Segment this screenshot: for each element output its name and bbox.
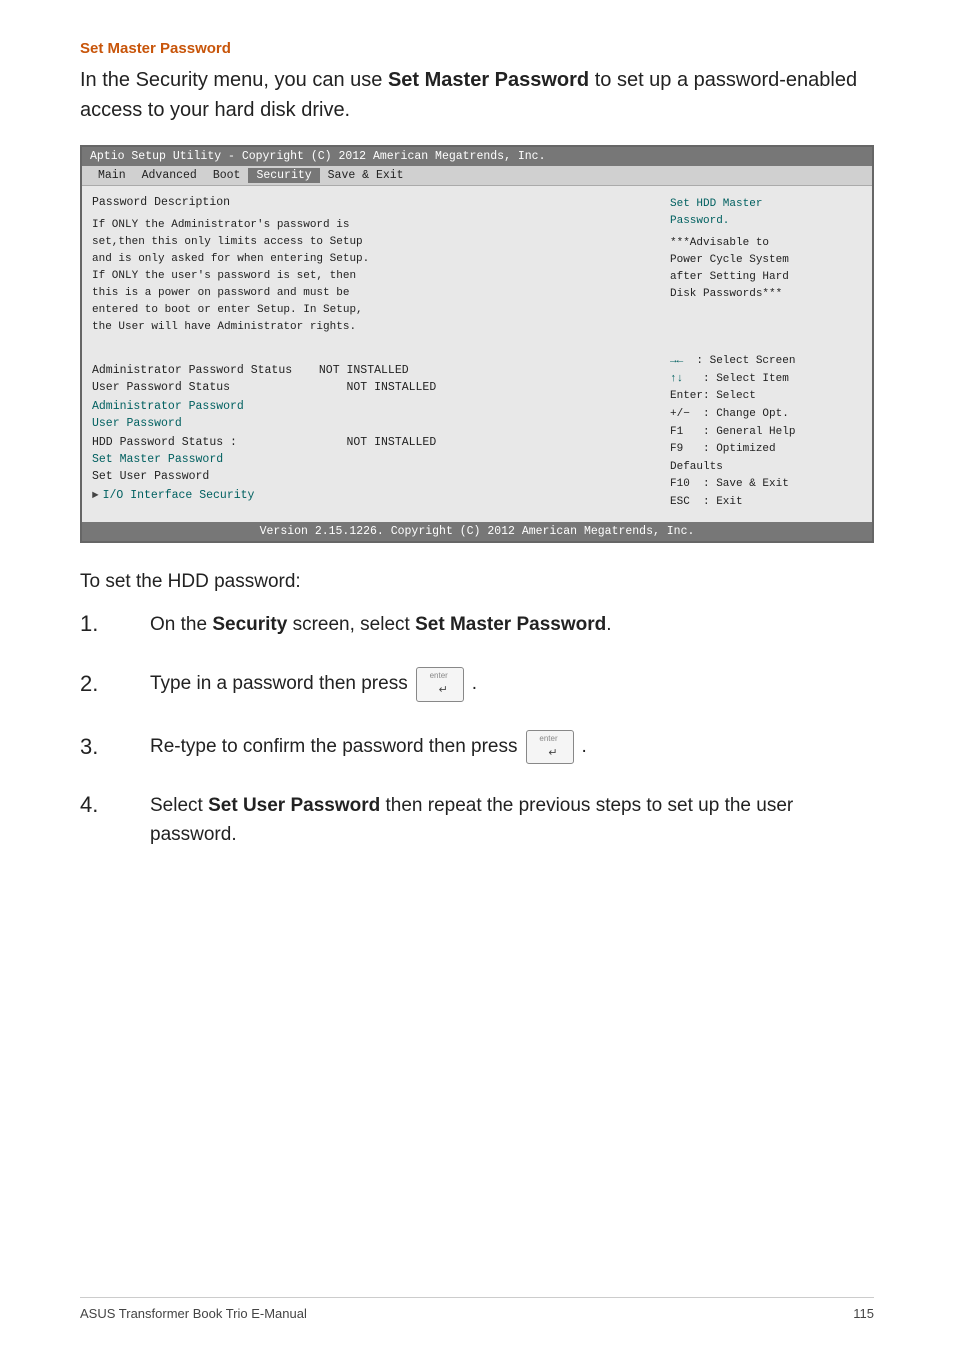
separator-row — [92, 350, 652, 364]
step-2-number: 2. — [80, 671, 150, 697]
bios-row-admin-password: Administrator Password — [92, 400, 652, 413]
enter-arrow-1: ↵ — [439, 682, 448, 699]
bios-menu-security[interactable]: Security — [248, 168, 319, 183]
bios-admin-status-label: Administrator Password Status — [92, 364, 312, 377]
bios-arrow-icon: ► — [92, 490, 99, 502]
step-3: 3. Re-type to confirm the password then … — [80, 730, 874, 765]
page-footer: ASUS Transformer Book Trio E-Manual 115 — [80, 1297, 874, 1321]
bios-menu-advanced[interactable]: Advanced — [134, 168, 205, 183]
bios-menu-save-exit[interactable]: Save & Exit — [320, 168, 412, 183]
step-4-text: Select Set User Password then repeat the… — [150, 792, 874, 849]
footer-left: ASUS Transformer Book Trio E-Manual — [80, 1306, 307, 1321]
step-1-text: On the Security screen, select Set Maste… — [150, 611, 874, 640]
bios-header: Aptio Setup Utility - Copyright (C) 2012… — [82, 147, 872, 166]
step-1: 1. On the Security screen, select Set Ma… — [80, 611, 874, 640]
steps-list: 1. On the Security screen, select Set Ma… — [80, 611, 874, 850]
bios-row-set-user: Set User Password — [92, 470, 652, 483]
enter-text-1: enter — [430, 670, 448, 682]
step-1-bold-1: Security — [212, 614, 287, 635]
step-2: 2. Type in a password then press enter ↵… — [80, 667, 874, 702]
intro-paragraph: In the Security menu, you can use Set Ma… — [80, 65, 874, 125]
bios-right-help: →← : Select Screen ↑↓ : Select Item Ente… — [670, 353, 862, 511]
step-4-bold: Set User Password — [208, 795, 380, 816]
bios-row-io-security: ► I/O Interface Security — [92, 489, 652, 502]
bios-help-spacer — [670, 313, 862, 353]
bios-hdd-status-value: NOT INSTALLED — [312, 436, 436, 449]
bios-admin-status-value: NOT INSTALLED — [312, 364, 409, 377]
step-3-period: . — [582, 733, 587, 762]
bios-set-user-label: Set User Password — [92, 470, 312, 483]
bios-right-panel: Set HDD MasterPassword. ***Advisable toP… — [662, 196, 862, 512]
enter-text-2: enter — [539, 733, 557, 745]
bios-right-description: ***Advisable toPower Cycle Systemafter S… — [670, 235, 862, 303]
step-4: 4. Select Set User Password then repeat … — [80, 792, 874, 849]
step-3-label: Re-type to confirm the password then pre… — [150, 733, 518, 762]
intro-text-1: In the Security menu, you can use — [80, 69, 388, 91]
bios-row-set-master: Set Master Password — [92, 453, 652, 466]
bios-user-status-value: NOT INSTALLED — [312, 381, 436, 394]
footer-page-number: 115 — [853, 1306, 874, 1321]
step-4-number: 4. — [80, 792, 150, 818]
bios-left-panel: Password Description If ONLY the Adminis… — [92, 196, 652, 512]
bios-menu-bar: Main Advanced Boot Security Save & Exit — [82, 166, 872, 186]
bios-row-admin-status: Administrator Password Status NOT INSTAL… — [92, 364, 652, 377]
enter-key-1: enter ↵ — [416, 667, 464, 702]
bios-footer: Version 2.15.1226. Copyright (C) 2012 Am… — [82, 522, 872, 541]
enter-key-1-label: enter ↵ — [430, 670, 448, 699]
bios-admin-password-label: Administrator Password — [92, 400, 312, 413]
body-text: To set the HDD password: — [80, 571, 874, 593]
bios-section-title: Password Description — [92, 196, 652, 209]
step-1-bold-2: Set Master Password — [415, 614, 606, 635]
step-2-label: Type in a password then press — [150, 670, 408, 699]
bios-description: If ONLY the Administrator's password is … — [92, 217, 652, 336]
bios-set-master-label: Set Master Password — [92, 453, 312, 466]
step-3-text: Re-type to confirm the password then pre… — [150, 730, 874, 765]
bios-right-title: Set HDD MasterPassword. — [670, 196, 862, 229]
enter-arrow-2: ↵ — [548, 745, 557, 762]
bios-menu-boot[interactable]: Boot — [205, 168, 249, 183]
bios-screenshot: Aptio Setup Utility - Copyright (C) 2012… — [80, 145, 874, 543]
enter-key-2-label: enter ↵ — [539, 733, 557, 762]
bios-row-hdd-status: HDD Password Status : NOT INSTALLED — [92, 436, 652, 449]
step-2-text: Type in a password then press enter ↵ . — [150, 667, 874, 702]
bios-menu-main[interactable]: Main — [90, 168, 134, 183]
enter-key-2: enter ↵ — [526, 730, 574, 765]
step-3-number: 3. — [80, 734, 150, 760]
bios-row-user-status: User Password Status NOT INSTALLED — [92, 381, 652, 394]
step-1-number: 1. — [80, 611, 150, 637]
bios-io-security-label[interactable]: I/O Interface Security — [103, 489, 323, 502]
intro-bold: Set Master Password — [388, 69, 589, 91]
bios-body: Password Description If ONLY the Adminis… — [82, 186, 872, 522]
bios-user-password-label: User Password — [92, 417, 312, 430]
section-title: Set Master Password — [80, 40, 874, 57]
bios-row-user-password: User Password — [92, 417, 652, 430]
bios-hdd-status-label: HDD Password Status : — [92, 436, 312, 449]
bios-user-status-label: User Password Status — [92, 381, 312, 394]
step-2-period: . — [472, 670, 477, 699]
